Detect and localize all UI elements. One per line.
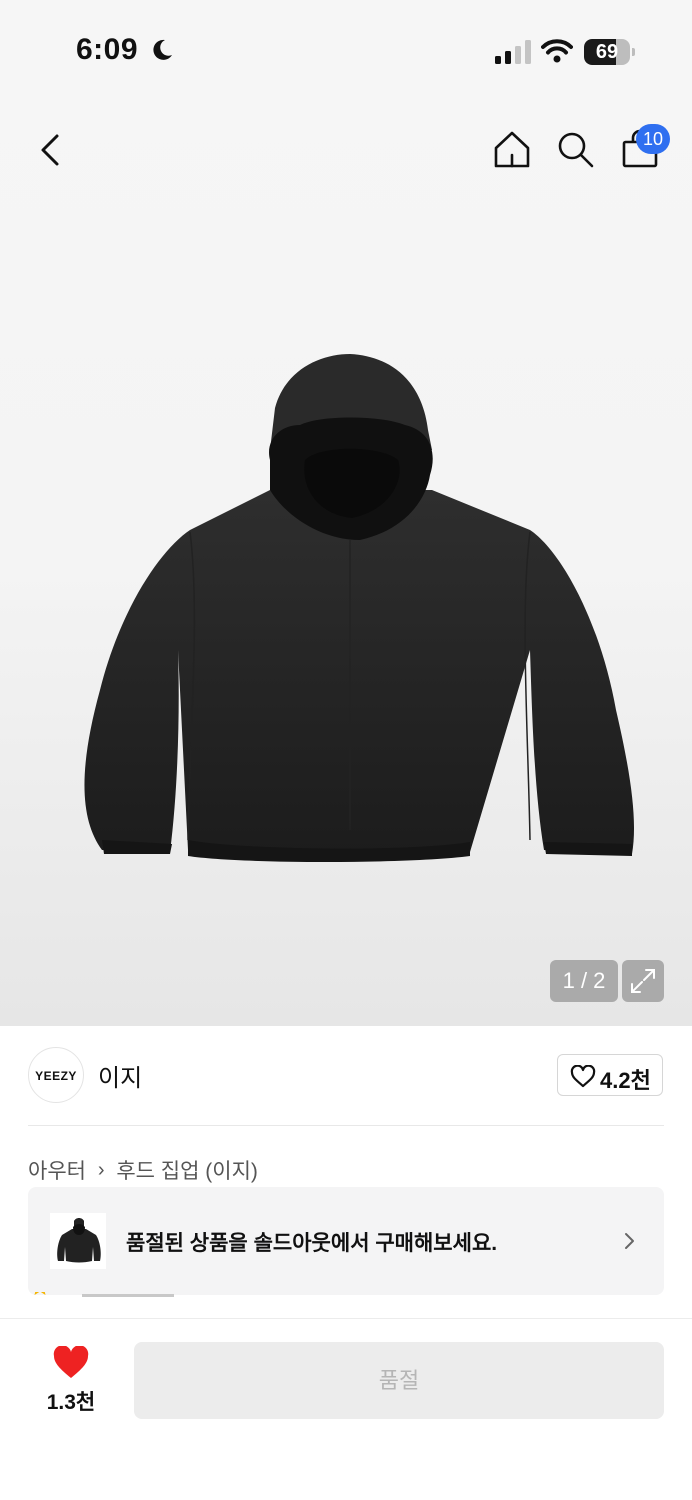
battery-indicator: 69 (584, 39, 636, 65)
heart-filled-icon (53, 1346, 89, 1378)
search-button[interactable] (554, 128, 598, 172)
brand-like-count: 4.2천 (600, 1068, 651, 1093)
rating-bar (82, 1294, 174, 1297)
expand-button[interactable] (622, 960, 664, 1002)
back-icon (41, 134, 59, 166)
chevron-right-icon: › (97, 1158, 105, 1181)
chevron-right-icon (625, 1233, 634, 1249)
divider (28, 1125, 664, 1126)
breadcrumb-category[interactable]: 아우터 (28, 1155, 86, 1185)
brand-logo[interactable]: YEEZY (28, 1047, 84, 1103)
home-icon (494, 131, 530, 168)
banner-thumbnail (50, 1213, 106, 1269)
heart-outline-icon (570, 1065, 596, 1088)
image-counter: 1 / 2 (550, 960, 618, 1002)
wishlist-button[interactable]: 1.3천 (36, 1342, 106, 1418)
soldout-banner[interactable]: 품절된 상품을 솔드아웃에서 구매해보세요. (28, 1187, 664, 1295)
signal-icon (495, 40, 531, 64)
search-icon (558, 132, 594, 168)
wishlist-count: 1.3천 (46, 1391, 96, 1414)
moon-icon (153, 39, 172, 60)
product-image[interactable] (60, 350, 640, 870)
home-button[interactable] (490, 128, 534, 172)
battery-level: 69 (595, 41, 619, 63)
back-button[interactable] (28, 128, 72, 172)
banner-text: 품절된 상품을 솔드아웃에서 구매해보세요. (126, 1232, 498, 1255)
wifi-icon (541, 39, 573, 63)
status-bar: 6:09 69 (0, 0, 692, 100)
rating-star-icon (30, 1292, 50, 1297)
brand-like-button[interactable]: 4.2천 (557, 1054, 663, 1096)
breadcrumb-subcategory[interactable]: 후드 집업 (이지) (116, 1155, 258, 1185)
breadcrumb: 아우터 › 후드 집업 (이지) (28, 1155, 258, 1185)
brand-name[interactable]: 이지 (98, 1058, 142, 1093)
expand-icon (631, 969, 655, 993)
cart-badge: 10 (636, 124, 670, 154)
soldout-button[interactable]: 품절 (134, 1342, 664, 1419)
status-time: 6:09 (76, 33, 139, 66)
